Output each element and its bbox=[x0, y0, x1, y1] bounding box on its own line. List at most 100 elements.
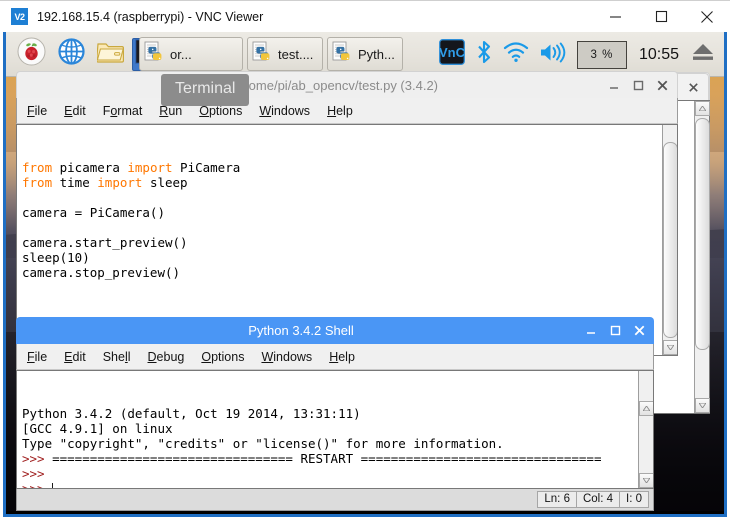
minimize-icon[interactable] bbox=[586, 324, 597, 337]
sidebar-item-raspberry-menu[interactable] bbox=[12, 34, 50, 74]
remote-desktop-viewport[interactable]: test.py - /home/pi/ab_opencv/test.py (3.… bbox=[3, 32, 727, 517]
bluetooth-icon bbox=[475, 40, 493, 69]
output-line: [GCC 4.9.1] on linux bbox=[22, 421, 653, 436]
editor-window-title: test.py - /home/pi/ab_opencv/test.py (3.… bbox=[187, 77, 439, 93]
maximize-icon[interactable] bbox=[633, 79, 644, 92]
code-text: picamera bbox=[52, 160, 128, 175]
scroll-thumb[interactable] bbox=[663, 142, 677, 338]
shell-window-controls bbox=[586, 324, 654, 337]
editor-menu-edit[interactable]: Edit bbox=[64, 104, 86, 118]
folder-icon bbox=[95, 39, 126, 69]
sidebar-item-web-browser[interactable] bbox=[52, 34, 90, 74]
editor-titlebar: test.py - /home/pi/ab_opencv/test.py (3.… bbox=[16, 71, 678, 98]
status-column-number: Col: 4 bbox=[575, 491, 621, 508]
close-icon[interactable] bbox=[634, 324, 645, 337]
tray-eject[interactable] bbox=[686, 32, 720, 77]
code-keyword: from bbox=[22, 175, 53, 190]
editor-menu-windows[interactable]: Windows bbox=[259, 104, 310, 118]
vnc-window-title: 192.168.15.4 (raspberrypi) - VNC Viewer bbox=[37, 9, 264, 24]
cpu-usage-value: 3 % bbox=[590, 48, 614, 61]
code-keyword: from bbox=[22, 160, 53, 175]
code-keyword: import bbox=[127, 160, 173, 175]
code-keyword: import bbox=[97, 175, 143, 190]
wifi-icon bbox=[503, 41, 529, 68]
sidebar-item-file-manager[interactable] bbox=[92, 34, 130, 74]
code-line: camera = PiCamera() bbox=[22, 205, 677, 220]
code-text: Type "copyright", "credits" or "license(… bbox=[22, 436, 504, 451]
shell-menu-edit[interactable]: Edit bbox=[64, 350, 86, 364]
code-text: camera.start_preview() bbox=[22, 235, 188, 250]
raspberry-icon bbox=[17, 37, 46, 71]
taskbar-window-label: test.... bbox=[278, 46, 314, 62]
cpu-usage-meter[interactable]: 3 % bbox=[576, 40, 627, 69]
text-caret bbox=[52, 483, 54, 488]
shell-menu-debug[interactable]: Debug bbox=[148, 350, 185, 364]
output-line: Type "copyright", "credits" or "license(… bbox=[22, 436, 653, 451]
shell-menu-shell[interactable]: Shell bbox=[103, 350, 131, 364]
close-icon[interactable] bbox=[688, 81, 699, 94]
shell-prompt: >>> bbox=[22, 481, 45, 489]
scroll-down-icon[interactable] bbox=[663, 340, 677, 355]
shell-window-title: Python 3.4.2 Shell bbox=[248, 323, 354, 338]
taskbar-window-list: or... test.... Pyth... bbox=[139, 37, 407, 71]
status-line-number: Ln: 6 bbox=[537, 491, 577, 508]
editor-menu-format[interactable]: Format bbox=[103, 104, 143, 118]
close-button[interactable] bbox=[684, 1, 730, 32]
eject-icon bbox=[691, 41, 715, 68]
scroll-up-icon[interactable] bbox=[695, 101, 710, 116]
minimize-icon[interactable] bbox=[609, 79, 620, 92]
python-file-icon bbox=[332, 41, 354, 68]
code-text: time bbox=[52, 175, 98, 190]
shell-menu-options[interactable]: Options bbox=[201, 350, 244, 364]
code-text: camera = PiCamera() bbox=[22, 205, 165, 220]
code-text: Python 3.4.2 (default, Oct 19 2014, 13:3… bbox=[22, 406, 361, 421]
status-indent: I: 0 bbox=[619, 491, 649, 508]
output-line: >>> bbox=[22, 466, 653, 481]
maximize-icon[interactable] bbox=[610, 324, 621, 337]
code-line: camera.start_preview() bbox=[22, 235, 677, 250]
shell-titlebar: Python 3.4.2 Shell bbox=[16, 317, 654, 344]
scroll-up-icon[interactable] bbox=[639, 401, 653, 416]
code-text: camera.stop_preview() bbox=[22, 265, 181, 280]
scroll-thumb[interactable] bbox=[695, 118, 710, 350]
idle-editor-window[interactable]: test.py - /home/pi/ab_opencv/test.py (3.… bbox=[16, 71, 678, 356]
taskbar-window-button[interactable]: test.... bbox=[247, 37, 323, 71]
taskbar-clock[interactable]: 10:55 bbox=[632, 46, 686, 64]
shell-output-area[interactable]: Python 3.4.2 (default, Oct 19 2014, 13:3… bbox=[16, 370, 654, 489]
maximize-button[interactable] bbox=[638, 1, 684, 32]
code-text: sleep(10) bbox=[22, 250, 90, 265]
vnc-window-controls bbox=[592, 1, 730, 32]
shell-menu-help[interactable]: Help bbox=[329, 350, 355, 364]
taskbar-window-button[interactable]: Pyth... bbox=[327, 37, 403, 71]
shell-prompt: >>> bbox=[22, 466, 45, 481]
editor-menu-help[interactable]: Help bbox=[327, 104, 353, 118]
editor-scrollbar[interactable] bbox=[662, 125, 677, 355]
python-file-icon bbox=[144, 41, 166, 68]
scroll-down-icon[interactable] bbox=[639, 473, 653, 488]
output-line: >>> ================================ RES… bbox=[22, 451, 653, 466]
background-window-controls bbox=[688, 81, 708, 94]
shell-prompt: >>> bbox=[22, 451, 45, 466]
minimize-button[interactable] bbox=[592, 1, 638, 32]
editor-window-controls bbox=[609, 79, 677, 92]
shell-menu-windows[interactable]: Windows bbox=[261, 350, 312, 364]
scroll-down-icon[interactable] bbox=[695, 398, 710, 413]
svg-text:VnC: VnC bbox=[439, 45, 465, 60]
shell-menu-file[interactable]: File bbox=[27, 350, 47, 364]
vnc-viewer-window: V2 192.168.15.4 (raspberrypi) - VNC View… bbox=[0, 0, 730, 520]
editor-menu-file[interactable]: File bbox=[27, 104, 47, 118]
shell-scrollbar[interactable] bbox=[638, 371, 653, 488]
close-icon[interactable] bbox=[657, 79, 668, 92]
idle-shell-window[interactable]: Python 3.4.2 Shell File Edit Shell Debug O bbox=[16, 317, 654, 511]
background-window-scrollbar[interactable] bbox=[694, 101, 710, 413]
taskbar-window-label: Pyth... bbox=[358, 46, 395, 62]
code-line: sleep(10) bbox=[22, 250, 677, 265]
taskbar-window-button[interactable]: or... bbox=[139, 37, 243, 71]
vnc-app-icon: V2 bbox=[11, 8, 28, 25]
globe-icon bbox=[57, 38, 85, 70]
vnc-icon: VnC bbox=[439, 39, 466, 70]
output-line: >>> bbox=[22, 481, 653, 489]
